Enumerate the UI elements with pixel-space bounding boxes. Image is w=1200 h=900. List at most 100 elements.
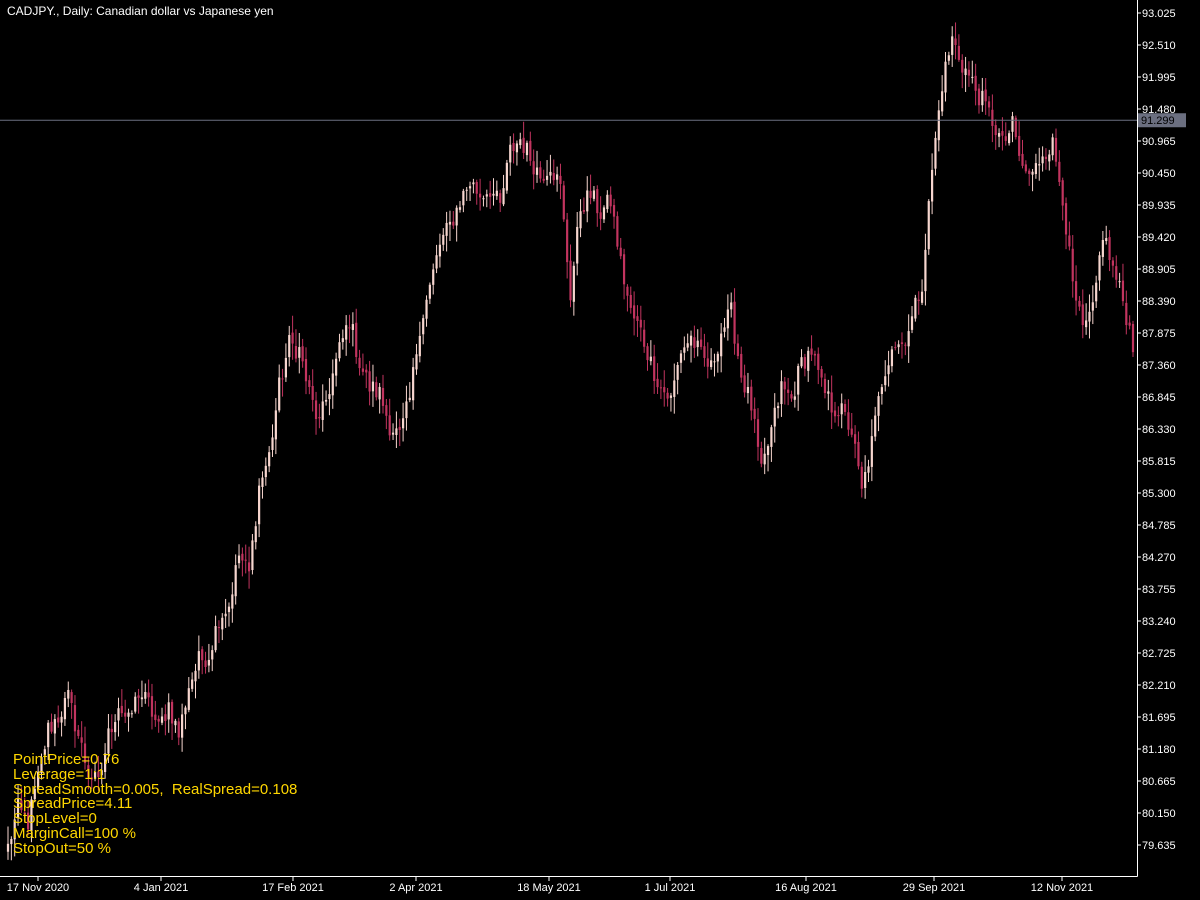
candle	[589, 174, 592, 205]
candle	[438, 233, 442, 268]
candle	[1014, 115, 1017, 140]
candle	[549, 154, 552, 184]
candle	[810, 335, 813, 361]
candle	[653, 344, 656, 394]
candle	[422, 314, 425, 345]
candle	[535, 150, 539, 183]
candle	[596, 185, 599, 227]
candle	[435, 244, 438, 274]
candle	[837, 406, 840, 427]
candle	[1118, 272, 1121, 288]
candle	[217, 620, 221, 644]
candle	[321, 384, 324, 432]
candle	[576, 212, 579, 276]
candle	[703, 333, 706, 367]
candle	[314, 391, 318, 435]
candle	[559, 163, 562, 200]
candle	[291, 315, 294, 360]
candle	[1004, 122, 1007, 146]
candle	[820, 366, 823, 387]
candle	[656, 363, 659, 395]
candle	[110, 714, 113, 749]
y-tick-label: 90.965	[1142, 136, 1176, 148]
y-tick-label: 81.180	[1142, 744, 1176, 756]
candle	[1111, 257, 1115, 278]
y-axis-ticks: 93.02592.51091.99591.48090.96590.45089.9…	[1137, 8, 1176, 852]
candle	[679, 350, 683, 374]
candle	[616, 211, 619, 250]
candle	[428, 282, 431, 305]
y-tick-label: 79.635	[1142, 840, 1176, 852]
candle	[361, 353, 365, 376]
candle	[542, 169, 545, 184]
candle	[699, 327, 703, 350]
candle	[442, 228, 445, 251]
y-tick-label: 88.390	[1142, 296, 1176, 308]
candle	[375, 376, 378, 401]
candle	[67, 681, 70, 708]
y-tick-label: 86.330	[1142, 424, 1176, 436]
candle	[860, 461, 863, 498]
x-tick-label: 18 May 2021	[517, 882, 581, 894]
candle	[539, 161, 542, 183]
candle	[1001, 117, 1004, 151]
candle	[164, 704, 167, 736]
x-tick-label: 4 Jan 2021	[134, 882, 188, 894]
candle	[572, 261, 575, 316]
candle	[53, 714, 56, 747]
candle	[1021, 139, 1024, 169]
candle	[1088, 294, 1091, 339]
candle	[633, 291, 636, 336]
candle	[157, 715, 160, 733]
candle	[368, 360, 371, 406]
y-tick-label: 80.150	[1142, 808, 1176, 820]
chart-title: CADJPY., Daily: Canadian dollar vs Japan…	[7, 4, 274, 18]
candle	[1125, 290, 1128, 335]
y-tick-label: 85.815	[1142, 456, 1176, 468]
candle	[890, 346, 894, 373]
candle	[800, 349, 803, 369]
candle	[478, 178, 482, 211]
candle	[170, 699, 174, 740]
candle	[154, 700, 157, 727]
candle	[388, 398, 391, 441]
candle	[582, 197, 585, 215]
candle	[850, 413, 853, 438]
y-tick-label: 84.270	[1142, 552, 1176, 564]
candle	[1085, 303, 1088, 335]
candle	[341, 329, 344, 350]
candle	[294, 329, 298, 363]
candle	[117, 697, 120, 737]
candle	[207, 643, 210, 673]
candle	[967, 61, 971, 87]
candle	[696, 329, 699, 357]
x-tick-label: 17 Nov 2020	[7, 882, 69, 894]
candle	[900, 332, 904, 359]
candle	[870, 419, 873, 482]
candle	[1121, 263, 1125, 306]
candle	[669, 392, 673, 412]
x-tick-label: 12 Nov 2021	[1031, 882, 1093, 894]
candle	[452, 211, 455, 230]
candle	[884, 360, 887, 392]
candle	[495, 180, 498, 200]
candle	[910, 306, 914, 334]
candle	[77, 725, 80, 739]
candle	[251, 533, 254, 575]
candle	[1044, 148, 1048, 170]
candle	[345, 315, 348, 356]
candle	[867, 459, 870, 483]
candle	[880, 384, 883, 405]
candle	[187, 677, 190, 713]
candle	[689, 330, 693, 363]
candle	[713, 353, 716, 377]
candle	[773, 393, 776, 443]
candle	[391, 423, 395, 440]
candle	[556, 166, 559, 192]
candle	[475, 179, 478, 205]
y-tick-label: 91.995	[1142, 72, 1176, 84]
candle	[619, 237, 622, 260]
candle	[1095, 275, 1098, 308]
x-tick-label: 16 Aug 2021	[775, 882, 837, 894]
candle	[237, 544, 241, 569]
